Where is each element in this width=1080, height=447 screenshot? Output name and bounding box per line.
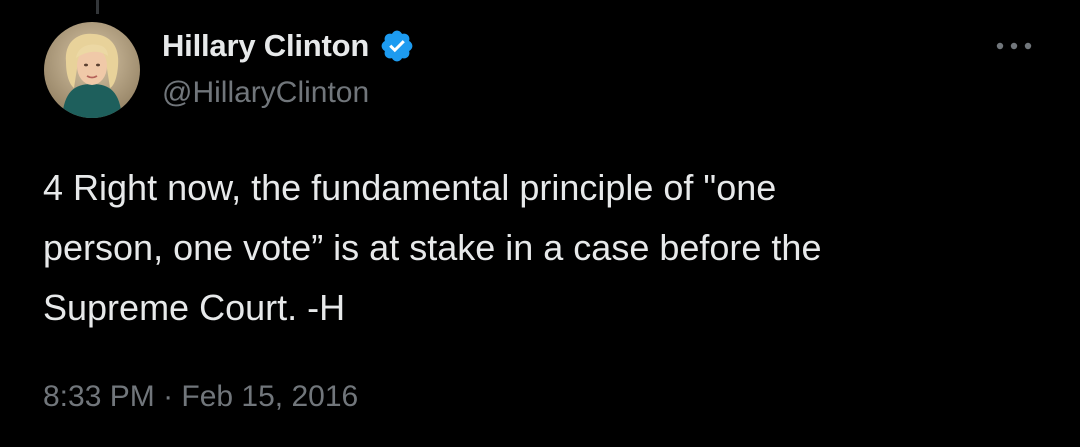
- tweet-time[interactable]: 8:33 PM: [43, 380, 155, 413]
- tweet-date[interactable]: Feb 15, 2016: [181, 380, 358, 413]
- timestamp: 8:33 PM · Feb 15, 2016: [43, 380, 358, 414]
- author-handle[interactable]: @HillaryClinton: [162, 76, 369, 110]
- more-options-button[interactable]: [992, 32, 1036, 60]
- more-horizontal-icon: [996, 42, 1032, 50]
- thread-connector-line: [96, 0, 99, 14]
- verified-badge-icon[interactable]: [379, 28, 415, 64]
- avatar[interactable]: [44, 22, 140, 118]
- timestamp-separator: ·: [154, 380, 182, 413]
- author-name-row: Hillary Clinton: [162, 26, 415, 66]
- display-name[interactable]: Hillary Clinton: [162, 28, 369, 64]
- tweet-text: 4 Right now, the fundamental principle o…: [43, 167, 822, 328]
